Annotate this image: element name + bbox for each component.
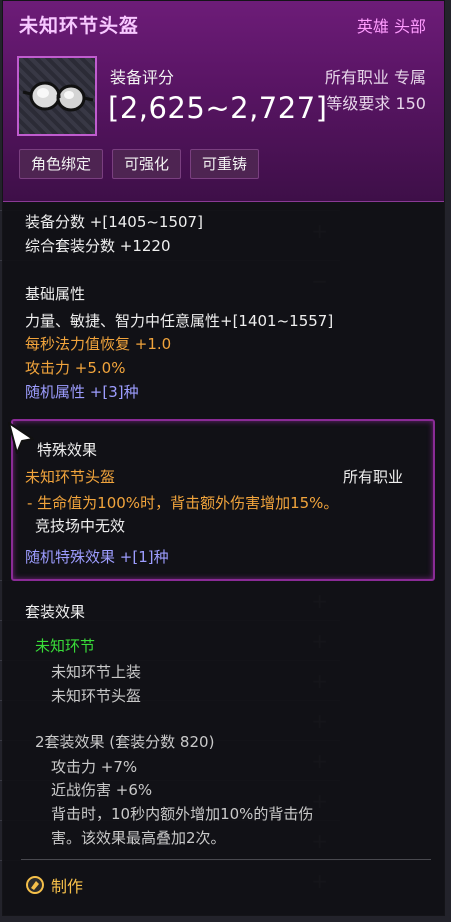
item-icon-frame bbox=[17, 56, 97, 136]
item-tags: 角色绑定 可强化 可重铸 bbox=[19, 149, 260, 179]
level-requirement: 等级要求 150 bbox=[326, 94, 426, 113]
base-stats-title: 基础属性 bbox=[25, 285, 86, 303]
base-stat-line: 随机属性 +[3]种 bbox=[25, 383, 139, 401]
set-name: 未知环节 bbox=[35, 637, 96, 655]
special-effect-title: 特殊效果 bbox=[37, 441, 98, 459]
special-effect-job: 所有职业 bbox=[343, 468, 404, 486]
set-bonus-title: 2套装效果 (套装分数 820) bbox=[35, 733, 215, 751]
tooltip-header: 未知环节头盔 英雄 头部 装备评分 [2,625~2,727] 所有职业 专属 … bbox=[3, 1, 444, 202]
set-bonus-line: 攻击力 +7% bbox=[51, 758, 138, 776]
footer-divider bbox=[21, 859, 431, 860]
craft-button[interactable]: 制作 bbox=[25, 873, 83, 897]
base-stat-line: 每秒法力值恢复 +1.0 bbox=[25, 335, 172, 353]
item-tooltip: 未知环节头盔 英雄 头部 装备评分 [2,625~2,727] 所有职业 专属 … bbox=[2, 0, 445, 916]
goggles-icon bbox=[22, 81, 94, 112]
equip-score-stat: 装备分数 +[1405~1507] bbox=[25, 213, 203, 231]
base-stat-line: 力量、敏捷、智力中任意属性+[1401~1557] bbox=[25, 312, 334, 330]
set-bonus-line: 背击时，10秒内额外增加10%的背击伤 bbox=[51, 805, 314, 823]
tag-reforge: 可重铸 bbox=[190, 149, 260, 179]
tag-enhance: 可强化 bbox=[112, 149, 182, 179]
set-bonus-line: 害。该效果最高叠加2次。 bbox=[51, 829, 226, 847]
cursor-icon bbox=[8, 422, 34, 454]
set-score-stat: 综合套装分数 +1220 bbox=[25, 237, 171, 255]
craft-icon bbox=[26, 876, 44, 894]
item-grade-slot: 英雄 头部 bbox=[356, 17, 426, 36]
special-effect-desc: - 生命值为100%时，背击额外伤害增加15%。 bbox=[27, 494, 339, 512]
equip-score-value: [2,625~2,727] bbox=[108, 91, 328, 125]
equip-score-label: 装备评分 bbox=[110, 68, 175, 87]
set-piece: 未知环节上装 bbox=[51, 663, 142, 681]
special-effect-random: 随机特殊效果 +[1]种 bbox=[25, 548, 169, 566]
set-effect-title: 套装效果 bbox=[25, 603, 86, 621]
tag-bound: 角色绑定 bbox=[19, 149, 104, 179]
set-piece: 未知环节头盔 bbox=[51, 687, 142, 705]
set-bonus-line: 近战伤害 +6% bbox=[51, 781, 153, 799]
special-effect-name: 未知环节头盔 bbox=[25, 468, 116, 486]
base-stat-line: 攻击力 +5.0% bbox=[25, 359, 126, 377]
item-name: 未知环节头盔 bbox=[19, 15, 140, 37]
special-effect-note: 竞技场中无效 bbox=[35, 517, 126, 535]
job-restriction: 所有职业 专属 bbox=[324, 68, 426, 87]
craft-label: 制作 bbox=[51, 877, 84, 896]
